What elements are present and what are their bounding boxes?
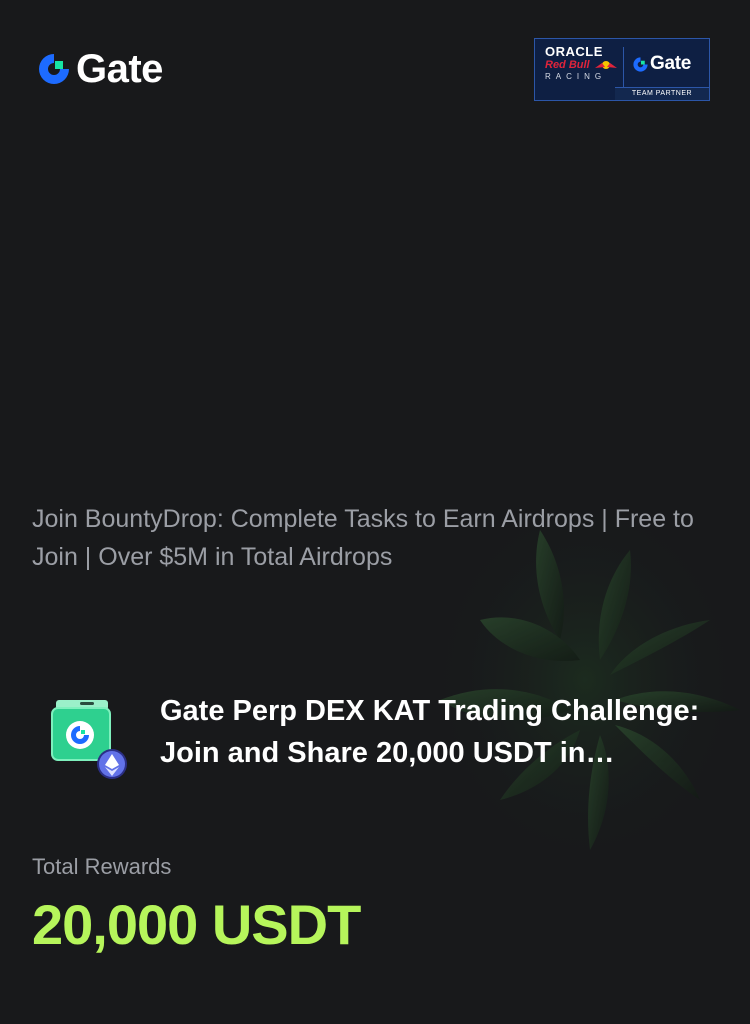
red-bull-wordmark: Red Bull <box>545 59 590 71</box>
gate-wallet-icon <box>51 700 127 779</box>
gate-logo-icon <box>39 54 69 84</box>
ethereum-icon <box>97 749 127 779</box>
oracle-wordmark: ORACLE <box>545 44 603 59</box>
brand-name: Gate <box>76 47 163 91</box>
badge-divider <box>623 47 624 87</box>
bountydrop-description: Join BountyDrop: Complete Tasks to Earn … <box>32 505 694 571</box>
team-partner-label: TEAM PARTNER <box>615 87 709 100</box>
badge-gate-text: Gate <box>650 53 692 74</box>
red-bull-icon <box>595 61 617 69</box>
gate-logo-icon <box>633 56 648 72</box>
gate-brand-logo[interactable]: Gate <box>36 48 163 90</box>
racing-wordmark: RACING <box>545 72 607 81</box>
campaign-title[interactable]: Gate Perp DEX KAT Trading Challenge: Joi… <box>160 690 710 774</box>
total-rewards-value: 20,000 USDT <box>32 893 361 956</box>
bountydrop-card[interactable]: Gate ORACLE Red Bull RACING Gate TEAM PA <box>0 0 750 1024</box>
badge-gate-logo: Gate <box>632 53 691 75</box>
total-rewards-label: Total Rewards <box>32 854 172 879</box>
team-partner-badge: ORACLE Red Bull RACING Gate TEAM PARTNER <box>534 38 710 101</box>
